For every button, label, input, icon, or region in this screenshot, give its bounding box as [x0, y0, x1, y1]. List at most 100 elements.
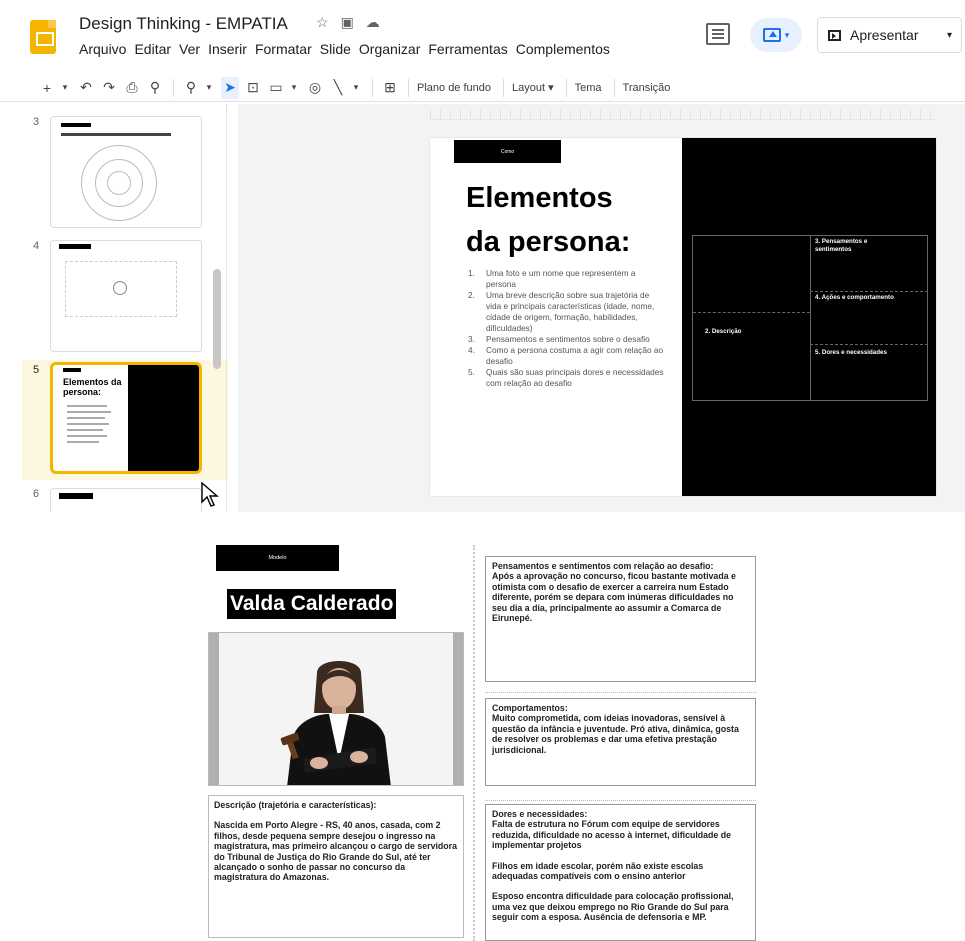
shape-icon[interactable]: ◎ — [306, 77, 324, 99]
slide-thumbnail-3[interactable] — [50, 116, 202, 228]
slideshow-icon — [828, 29, 841, 41]
grid-label-pensamentos: 3. Pensamentos e sentimentos — [815, 238, 868, 253]
thumb-tag — [59, 244, 91, 249]
line-dropdown-icon[interactable]: ▾ — [352, 77, 360, 99]
toolbar-divider — [503, 78, 505, 97]
thumb-line — [67, 417, 105, 419]
description-box: Descrição (trajetória e características)… — [208, 795, 464, 938]
slide-title[interactable]: Elementos da persona: — [466, 176, 630, 264]
grid-divider — [810, 344, 928, 345]
theme-button[interactable]: Tema — [575, 82, 602, 94]
document-title[interactable]: Design Thinking - EMPATIA — [79, 14, 288, 34]
star-icon[interactable]: ☆ — [316, 14, 329, 31]
select-cursor-icon[interactable]: ➤ — [221, 76, 239, 99]
behaviors-box: Comportamentos: Muito comprometida, com … — [485, 698, 756, 786]
filmstrip-scrollbar[interactable] — [213, 269, 221, 369]
menu-editar[interactable]: Editar — [134, 41, 171, 57]
menu-complementos[interactable]: Complementos — [516, 41, 610, 57]
line-icon[interactable]: ╲ — [329, 77, 347, 99]
thumb-black-panel — [128, 365, 199, 471]
thumb-tag — [59, 493, 93, 499]
print-icon[interactable]: ⎙ — [123, 77, 141, 99]
grid-divider — [810, 236, 811, 400]
list-text: Pensamentos e sentimentos sobre o desafi… — [486, 334, 650, 344]
thoughts-text: Após a aprovação no concurso, ficou bast… — [492, 571, 736, 624]
thumb-line — [67, 441, 99, 443]
list-text: Quais são suas principais dores e necess… — [486, 367, 664, 388]
slide-thumbnail-4[interactable] — [50, 240, 202, 352]
thoughts-title: Pensamentos e sentimentos com relação ao… — [492, 561, 714, 571]
grid-label-descricao: 2. Descrição — [705, 328, 742, 335]
slide-number: 5 — [33, 364, 40, 376]
pains-text-2: Filhos em idade escolar, porém não exist… — [492, 860, 704, 882]
pains-text-3: Esposo encontra dificuldade para colocaç… — [492, 891, 734, 923]
filmstrip-divider — [226, 104, 238, 512]
app-bar: Design Thinking - EMPATIA ☆ ▣ ☁ Arquivo … — [0, 0, 965, 70]
slide-thumbnail-5[interactable]: Elementos da persona: — [50, 362, 202, 474]
thumb-line — [67, 405, 107, 407]
present-button[interactable]: Apresentar — [817, 17, 945, 53]
new-slide-icon[interactable]: + — [38, 77, 56, 99]
slide-thumbnail-6[interactable] — [50, 488, 202, 512]
new-slide-dropdown-icon[interactable]: ▾ — [61, 77, 69, 99]
slide-tag[interactable]: Como — [454, 140, 561, 163]
menu-slide[interactable]: Slide — [320, 41, 351, 57]
image-dropdown-icon[interactable]: ▾ — [290, 77, 298, 99]
behaviors-title: Comportamentos: — [492, 703, 568, 713]
box-frame — [485, 692, 756, 693]
list-number: 5. — [468, 367, 475, 377]
slide-canvas[interactable]: Como Elementos da persona: 1. Uma foto e … — [430, 138, 936, 496]
thumb-line — [67, 435, 107, 437]
image-icon[interactable]: ▭ — [267, 77, 285, 99]
present-dropdown-button[interactable]: ▾ — [938, 17, 962, 53]
move-folder-icon[interactable]: ▣ — [341, 14, 354, 31]
list-number: 1. — [468, 268, 475, 278]
slide-list[interactable]: 1. Uma foto e um nome que representem a p… — [468, 268, 664, 389]
list-number: 4. — [468, 345, 475, 355]
thumb-title: Elementos da persona: — [63, 377, 122, 397]
persona-photo — [208, 632, 464, 786]
persona-grid[interactable]: 2. Descrição 3. Pensamentos e sentimento… — [692, 235, 928, 401]
menu-inserir[interactable]: Inserir — [208, 41, 247, 57]
menu-arquivo[interactable]: Arquivo — [79, 41, 126, 57]
background-button[interactable]: Plano de fundo — [417, 82, 491, 94]
zoom-icon[interactable]: ⚲ — [182, 77, 200, 99]
judge-photo-illustration — [280, 661, 391, 785]
list-text: Como a persona costuma a agir com relaçã… — [486, 345, 664, 366]
layout-button[interactable]: Layout ▾ — [512, 81, 554, 94]
menu-organizar[interactable]: Organizar — [359, 41, 420, 57]
menu-formatar[interactable]: Formatar — [255, 41, 312, 57]
list-text: Uma foto e um nome que representem a per… — [486, 268, 636, 289]
slide-number: 6 — [33, 488, 40, 500]
layout-label: Layout — [512, 82, 546, 94]
list-number: 2. — [468, 290, 475, 300]
grid-label-dores: 5. Dores e necessidades — [815, 349, 887, 356]
filmstrip: 3 4 5 Elementos da persona: 6 — [0, 104, 228, 512]
thumb-line — [67, 429, 103, 431]
modelo-tag: Modelo — [216, 545, 339, 571]
slides-logo-icon[interactable] — [30, 20, 56, 54]
pains-text-1: Falta de estrutura no Fórum com equipe d… — [492, 819, 732, 851]
comments-icon[interactable] — [706, 23, 730, 45]
present-mode-button[interactable]: ▾ — [750, 18, 802, 52]
paint-format-icon[interactable]: ⚲ — [146, 77, 164, 99]
menu-ver[interactable]: Ver — [179, 41, 200, 57]
description-title: Descrição (trajetória e características)… — [214, 800, 377, 810]
photo-side-bar — [209, 633, 219, 785]
photo-side-bar — [453, 633, 463, 785]
add-comment-icon[interactable]: ⊞ — [381, 77, 399, 99]
text-box-icon[interactable]: ⊡ — [244, 77, 262, 99]
zoom-dropdown-icon[interactable]: ▾ — [205, 77, 213, 99]
list-item: 3. Pensamentos e sentimentos sobre o desa… — [468, 334, 664, 345]
transition-button[interactable]: Transição — [623, 82, 671, 94]
cloud-status-icon[interactable]: ☁ — [366, 14, 380, 31]
thumb-tag — [61, 123, 91, 127]
list-text: Uma breve descrição sobre sua trajetória… — [486, 290, 655, 333]
thumb-line — [67, 411, 111, 413]
undo-icon[interactable]: ↶ — [77, 77, 95, 99]
pains-box: Dores e necessidades: Falta de estrutura… — [485, 804, 756, 941]
grid-divider — [693, 312, 810, 313]
menu-ferramentas[interactable]: Ferramentas — [428, 41, 507, 57]
redo-icon[interactable]: ↷ — [100, 77, 118, 99]
behaviors-text: Muito comprometida, com ideias inovadora… — [492, 713, 739, 755]
